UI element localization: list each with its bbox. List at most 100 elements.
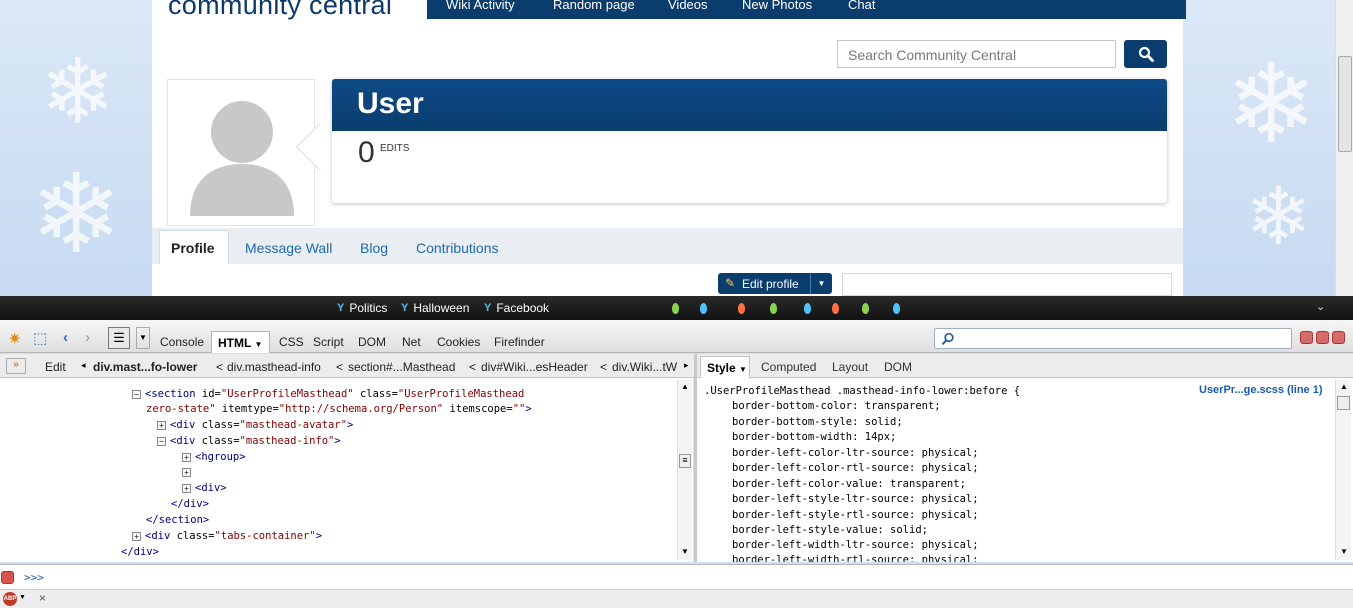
nav-new-photos[interactable]: New Photos xyxy=(742,0,812,12)
chevron-down-icon[interactable]: ▼ xyxy=(19,594,26,601)
error-icon[interactable] xyxy=(1,571,14,584)
minimize-icon[interactable] xyxy=(1300,331,1313,344)
nav-videos[interactable]: Videos xyxy=(668,0,708,12)
tree-node[interactable]: + <hgroup> xyxy=(182,449,246,465)
expand-icon[interactable]: + xyxy=(182,467,191,477)
tab-script[interactable]: Script xyxy=(313,335,344,349)
close-icon[interactable] xyxy=(1332,331,1345,344)
tab-style[interactable]: Style ▼ xyxy=(700,356,750,378)
collapse-icon[interactable]: − xyxy=(132,389,141,399)
inspect-icon[interactable]: ⬚ xyxy=(33,329,47,347)
scroll-down-icon[interactable]: ▼ xyxy=(1340,547,1348,556)
edit-profile-button[interactable]: ✎ Edit profile ▼ xyxy=(718,273,832,294)
expand-icon[interactable]: » xyxy=(6,358,26,374)
close-icon[interactable]: × xyxy=(39,591,46,605)
tree-node[interactable]: + <div> xyxy=(182,480,227,496)
tab-cookies[interactable]: Cookies xyxy=(437,335,480,349)
tab-firefinder[interactable]: Firefinder xyxy=(494,335,545,349)
css-property[interactable]: border-left-style-rtl-source: physical; xyxy=(732,507,979,523)
search-button[interactable] xyxy=(1124,40,1167,68)
css-property[interactable]: border-bottom-color: transparent; xyxy=(732,398,941,414)
scroll-left-icon[interactable]: ◂ xyxy=(81,360,86,371)
tab-html[interactable]: HTML ▼ xyxy=(211,331,270,353)
tree-node[interactable]: + <div class="tabs-container"> xyxy=(132,528,322,544)
tab-blog[interactable]: Blog xyxy=(360,240,388,256)
tab-console[interactable]: Console xyxy=(160,335,204,349)
edit-button[interactable]: Edit xyxy=(45,360,66,374)
breadcrumb-item[interactable]: div.mast...fo-lower xyxy=(93,360,197,374)
menu-icon[interactable]: ☰ xyxy=(108,327,130,349)
nav-random-page[interactable]: Random page xyxy=(553,0,635,12)
css-property[interactable]: border-left-color-ltr-source: physical; xyxy=(732,445,979,461)
edit-profile-dropdown[interactable]: ▼ xyxy=(810,273,832,294)
nav-chat[interactable]: Chat xyxy=(848,0,875,12)
breadcrumb-separator: < xyxy=(336,360,344,374)
css-source-link[interactable]: UserPr...ge.scss (line 1) xyxy=(1199,384,1323,396)
tree-node[interactable]: </div> xyxy=(171,496,209,512)
css-property[interactable]: border-left-width-rtl-source: physical; xyxy=(732,552,979,562)
scroll-up-icon[interactable]: ▲ xyxy=(1340,382,1348,391)
addon-bar: ABP ▼ × xyxy=(0,589,1353,608)
command-line[interactable]: >>> xyxy=(0,564,1353,589)
expand-icon[interactable]: + xyxy=(182,452,191,462)
scroll-down-icon[interactable]: ▼ xyxy=(681,547,689,556)
scroll-right-icon[interactable]: ▸ xyxy=(684,360,689,371)
expand-icon[interactable]: + xyxy=(182,483,191,493)
adblock-icon[interactable]: ABP xyxy=(3,592,17,606)
css-scrollbar[interactable]: ▲ ▼ xyxy=(1335,380,1351,560)
tree-node[interactable]: </section> xyxy=(146,512,209,528)
css-property[interactable]: border-bottom-style: solid; xyxy=(732,414,903,430)
tab-dom[interactable]: DOM xyxy=(358,335,386,349)
page-scrollbar[interactable] xyxy=(1335,0,1353,296)
tab-contributions[interactable]: Contributions xyxy=(416,240,499,256)
chevron-down-icon[interactable]: ⌄ xyxy=(1316,300,1325,313)
page-scroll-thumb[interactable] xyxy=(1338,56,1352,152)
nav-wiki-activity[interactable]: Wiki Activity xyxy=(446,0,515,12)
tree-node[interactable]: + <div class="masthead-avatar"> xyxy=(157,417,353,433)
scroll-up-icon[interactable]: ▲ xyxy=(681,382,689,391)
breadcrumb-item[interactable]: div.masthead-info xyxy=(227,360,321,374)
tree-node[interactable]: </div> xyxy=(121,544,159,560)
css-property[interactable]: border-left-style-value: solid; xyxy=(732,522,928,538)
css-property[interactable]: border-left-color-rtl-source: physical; xyxy=(732,460,979,476)
tab-layout[interactable]: Layout xyxy=(832,360,868,374)
tree-node[interactable]: − <div class="masthead-info"> xyxy=(157,433,341,449)
breadcrumb-item[interactable]: div.Wiki...tW xyxy=(612,360,677,374)
collapse-icon[interactable]: − xyxy=(157,436,166,446)
tab-net[interactable]: Net xyxy=(402,335,421,349)
css-property[interactable]: border-bottom-width: 14px; xyxy=(732,429,896,445)
css-property[interactable]: border-left-width-ltr-source: physical; xyxy=(732,537,979,553)
forward-arrow-icon[interactable]: › xyxy=(85,329,90,346)
tab-dom-side[interactable]: DOM xyxy=(884,360,912,374)
detach-icon[interactable] xyxy=(1316,331,1329,344)
css-property[interactable]: border-left-style-ltr-source: physical; xyxy=(732,491,979,507)
scroll-thumb[interactable]: ≡ xyxy=(679,454,691,468)
css-property[interactable]: border-left-color-value: transparent; xyxy=(732,476,966,492)
bookmark-halloween[interactable]: Y Halloween xyxy=(401,301,469,315)
global-nav: Wiki Activity Random page Videos New Pho… xyxy=(427,0,1186,19)
bookmark-politics[interactable]: Y Politics xyxy=(337,301,387,315)
search-input[interactable]: Search Community Central xyxy=(837,40,1116,68)
breadcrumb-item[interactable]: div#Wiki...esHeader xyxy=(481,360,588,374)
snowflake-decoration: ❄ xyxy=(40,40,116,145)
breadcrumb-item[interactable]: section#...Masthead xyxy=(348,360,455,374)
tree-scrollbar[interactable]: ▲ ≡ ▼ xyxy=(677,380,692,560)
firebug-icon[interactable]: ✷ xyxy=(8,329,21,349)
back-arrow-icon[interactable]: ‹ xyxy=(63,329,68,346)
tab-css[interactable]: CSS xyxy=(279,335,304,349)
scroll-thumb[interactable] xyxy=(1337,396,1350,410)
site-wordmark[interactable]: community central xyxy=(168,0,392,21)
bookmark-facebook[interactable]: Y Facebook xyxy=(484,301,549,315)
css-selector[interactable]: .UserProfileMasthead .masthead-info-lowe… xyxy=(704,383,1020,399)
command-prompt: >>> xyxy=(24,571,44,584)
expand-icon[interactable]: + xyxy=(132,531,141,541)
tab-message-wall[interactable]: Message Wall xyxy=(245,240,332,256)
tree-node-selected[interactable]: + <div class="masthead-info-lower"> xyxy=(182,464,404,480)
chevron-down-icon[interactable]: ▼ xyxy=(136,327,150,349)
expand-icon[interactable]: + xyxy=(157,420,166,430)
tab-profile[interactable]: Profile xyxy=(159,230,229,264)
avatar[interactable] xyxy=(167,79,315,226)
tab-computed[interactable]: Computed xyxy=(761,360,816,374)
tree-node[interactable]: − <section id="UserProfileMasthead" class… xyxy=(132,386,524,402)
firebug-search-input[interactable] xyxy=(934,328,1292,349)
